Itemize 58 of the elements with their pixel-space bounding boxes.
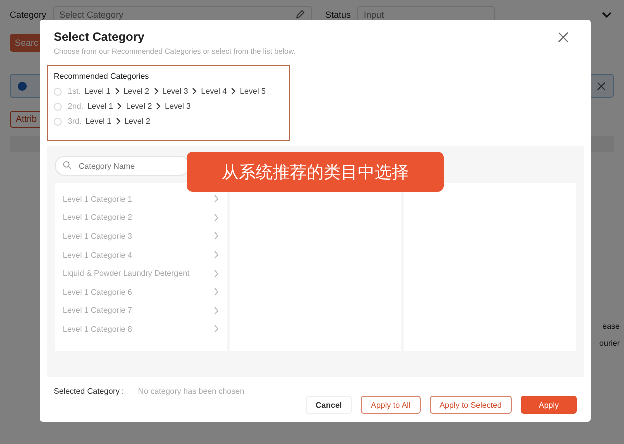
close-icon[interactable] bbox=[558, 32, 569, 43]
category-level: Level 4 bbox=[201, 87, 228, 96]
rank-label: 3rd. bbox=[68, 117, 82, 126]
radio-button[interactable] bbox=[54, 102, 62, 110]
category-level: Level 2 bbox=[124, 87, 150, 96]
chevron-right-icon bbox=[214, 288, 219, 296]
dialog-button[interactable]: Apply to Selected bbox=[430, 396, 512, 414]
chevron-right-icon bbox=[192, 88, 198, 95]
category-level: Level 1 bbox=[88, 102, 114, 111]
filter-label: Category bbox=[10, 10, 47, 20]
dialog-button[interactable]: Apply bbox=[520, 396, 577, 414]
category-level: Level 2 bbox=[124, 117, 150, 126]
chevron-right-icon bbox=[214, 195, 219, 204]
chevron-right-icon bbox=[214, 214, 219, 222]
selected-category-label: Selected Category : bbox=[54, 387, 124, 396]
annotation-callout: 从系统推荐的类目中选择 bbox=[187, 152, 444, 192]
category-item[interactable]: Level 1 Categorie 3 bbox=[55, 227, 227, 246]
chevron-right-icon bbox=[116, 118, 121, 125]
chevron-right-icon bbox=[154, 88, 158, 95]
chevron-right-icon bbox=[114, 88, 120, 95]
category-level: Level 1 bbox=[84, 87, 111, 96]
chevron-right-icon bbox=[231, 88, 236, 95]
category-item[interactable]: Level 1 Categorie 4 bbox=[55, 246, 227, 264]
dialog-title: Select Category bbox=[54, 30, 146, 44]
radio-button[interactable] bbox=[54, 88, 62, 96]
chevron-right-icon bbox=[214, 270, 219, 278]
category-item[interactable]: Level 1 Categorie 1 bbox=[55, 190, 227, 209]
category-item[interactable]: Level 1 Categorie 8 bbox=[55, 320, 227, 339]
info-icon bbox=[18, 82, 27, 90]
close-icon[interactable] bbox=[597, 82, 606, 90]
rank-label: 2nd. bbox=[68, 102, 84, 111]
category-item[interactable]: Level 1 Categorie 7 bbox=[55, 302, 227, 320]
dialog-button[interactable]: Apply to All bbox=[361, 396, 421, 414]
search-field[interactable]: Category Name bbox=[55, 156, 190, 176]
category-item[interactable]: Liquid & Powder Laundry Detergent bbox=[55, 264, 227, 283]
pencil-icon bbox=[296, 10, 305, 19]
chevron-right-icon bbox=[156, 103, 162, 110]
table-text: ease bbox=[602, 322, 620, 330]
category-item[interactable]: Level 1 Categorie 6 bbox=[55, 282, 227, 302]
chevron-right-icon bbox=[117, 103, 122, 110]
selected-category-value: No category has been chosen bbox=[138, 387, 245, 396]
category-item[interactable]: Level 1 Categorie 2 bbox=[55, 208, 227, 228]
radio-button[interactable] bbox=[54, 118, 62, 126]
rank-label: 1st. bbox=[68, 87, 81, 96]
category-level: Level 1 bbox=[86, 117, 112, 126]
chevron-down-icon[interactable] bbox=[602, 10, 612, 18]
chevron-right-icon bbox=[214, 232, 219, 240]
chevron-right-icon bbox=[214, 306, 219, 315]
category-level: Level 3 bbox=[162, 87, 188, 96]
category-level: Level 5 bbox=[240, 87, 266, 96]
dialog-button[interactable]: Cancel bbox=[306, 396, 352, 414]
table-text: ourier bbox=[600, 338, 620, 348]
chevron-right-icon bbox=[214, 251, 219, 260]
section-heading: Recommended Categories bbox=[54, 72, 150, 81]
category-level: Level 2 bbox=[126, 102, 152, 111]
chevron-right-icon bbox=[214, 325, 219, 334]
category-level: Level 3 bbox=[165, 102, 191, 111]
filter-label: Status bbox=[326, 10, 352, 20]
